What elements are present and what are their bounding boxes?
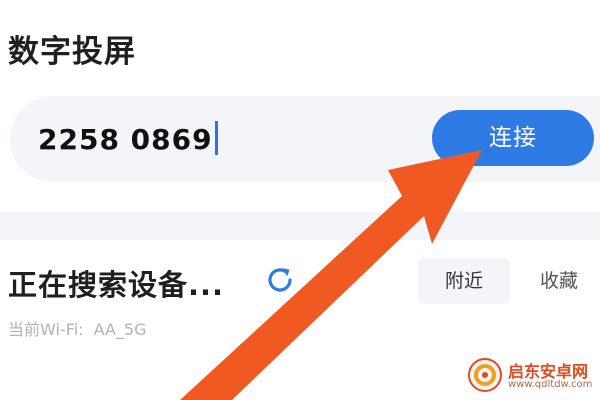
- tab-favorites[interactable]: 收藏: [518, 258, 600, 304]
- tab-nearby[interactable]: 附近: [418, 258, 510, 304]
- page-title: 数字投屏: [8, 34, 136, 70]
- text-caret: [214, 121, 218, 155]
- connect-button[interactable]: 连接: [432, 110, 594, 166]
- section-divider: [0, 212, 600, 240]
- watermark-url: www.qdltdw.com: [508, 379, 593, 390]
- device-tabs: 附近 收藏: [418, 258, 600, 304]
- cast-code-value: 2258 0869: [38, 123, 213, 156]
- refresh-icon[interactable]: [264, 264, 296, 296]
- wifi-label: 当前Wi-Fi:: [8, 320, 84, 339]
- wifi-name: AA_5G: [93, 320, 147, 339]
- watermark: 启东安卓网 www.qdltdw.com: [468, 352, 600, 400]
- watermark-logo-icon: [468, 358, 502, 392]
- cast-code-input[interactable]: 2258 0869: [38, 116, 218, 164]
- wifi-info: 当前Wi-Fi: AA_5G: [8, 316, 157, 340]
- search-status: 正在搜索设备...: [8, 268, 225, 302]
